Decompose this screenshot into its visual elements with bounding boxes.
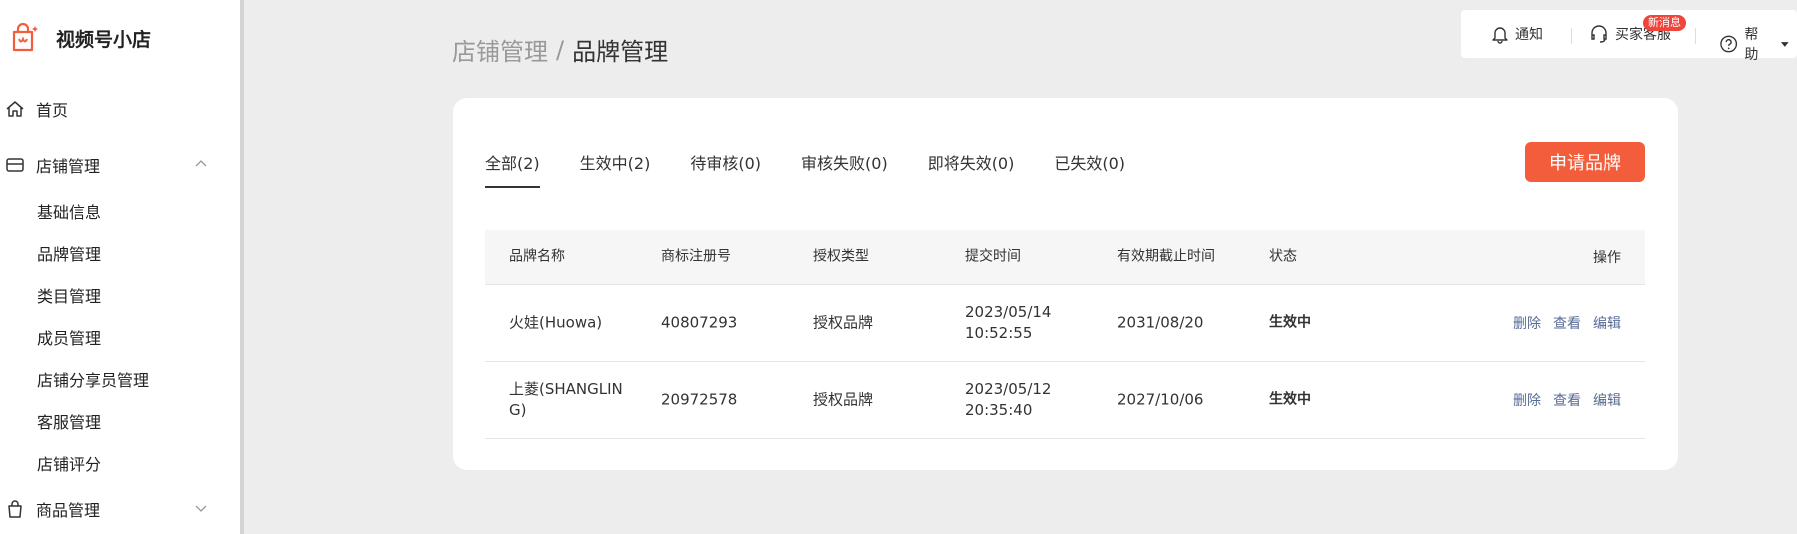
column-header: 状态 <box>1269 248 1297 265</box>
caret-down-icon <box>1781 42 1790 47</box>
top-toolbar: 通知 买家客服 新消息 帮助 <box>1461 10 1797 63</box>
sidebar-item-brand-management[interactable]: 品牌管理 <box>37 243 101 267</box>
new-message-badge: 新消息 <box>1643 15 1686 31</box>
expire-date: 2027/10/06 <box>1117 390 1204 409</box>
sidebar-item-customer-service[interactable]: 客服管理 <box>37 411 101 435</box>
help-button[interactable]: 帮助 <box>1719 24 1797 64</box>
auth-type: 授权品牌 <box>813 313 874 332</box>
tab-expired[interactable]: 已失效(0) <box>1054 150 1125 188</box>
sidebar-item-sharer-management[interactable]: 店铺分享员管理 <box>37 369 149 393</box>
column-header: 品牌名称 <box>509 248 565 265</box>
expire-date: 2031/08/20 <box>1117 313 1204 332</box>
delete-link[interactable]: 删除 <box>1513 390 1541 410</box>
brand-name: 上菱(SHANGLING) <box>509 380 623 419</box>
breadcrumb-separator: / <box>556 35 565 64</box>
view-link[interactable]: 查看 <box>1553 313 1581 333</box>
edit-link[interactable]: 编辑 <box>1593 390 1621 410</box>
status-tabs: 全部(2) 生效中(2) 待审核(0) 审核失败(0) 即将失效(0) 已失效(… <box>485 150 1165 188</box>
brand-list-card: 全部(2) 生效中(2) 待审核(0) 审核失败(0) 即将失效(0) 已失效(… <box>453 98 1678 470</box>
app-logo[interactable]: 视频号小店 <box>8 22 151 54</box>
sidebar-item-store-rating[interactable]: 店铺评分 <box>37 453 101 477</box>
column-header: 提交时间 <box>965 248 1021 265</box>
auth-type: 授权品牌 <box>813 390 874 409</box>
app-title: 视频号小店 <box>56 28 152 51</box>
shopping-bag-icon <box>4 498 26 520</box>
column-header: 操作 <box>1593 250 1621 266</box>
chevron-down-icon <box>195 505 207 512</box>
breadcrumb: 店铺管理 / 品牌管理 <box>452 32 668 67</box>
registration-number: 20972578 <box>661 390 738 409</box>
apply-brand-button[interactable]: 申请品牌 <box>1525 142 1645 182</box>
store-icon <box>4 154 26 176</box>
nav-store-label: 店铺管理 <box>36 157 101 176</box>
column-header: 商标注册号 <box>661 248 731 265</box>
row-actions: 删除 查看 编辑 <box>1501 390 1621 410</box>
sidebar: 视频号小店 首页 店铺管理 基础信息 品牌管理 类目管理 成员管理 店铺分享员管… <box>0 0 244 534</box>
page-title: 品牌管理 <box>572 38 669 66</box>
table-row: 上菱(SHANGLING) 20972578 授权品牌 2023/05/12 2… <box>485 362 1645 439</box>
sidebar-item-member-management[interactable]: 成员管理 <box>37 327 101 351</box>
headset-icon <box>1591 25 1607 43</box>
brand-table: 品牌名称 商标注册号 授权类型 提交时间 有效期截止时间 状态 操作 火娃(Hu… <box>485 230 1645 439</box>
notify-label: 通知 <box>1515 27 1543 43</box>
view-link[interactable]: 查看 <box>1553 390 1581 410</box>
shop-bag-icon <box>12 22 38 52</box>
submit-time: 2023/05/12 20:35:40 <box>965 380 1052 419</box>
nav-goods-label: 商品管理 <box>36 501 101 520</box>
divider <box>1695 28 1696 44</box>
submit-time: 2023/05/14 10:52:55 <box>965 303 1052 342</box>
help-icon <box>1720 35 1738 53</box>
status-text: 生效中 <box>1269 391 1311 408</box>
table-header: 品牌名称 商标注册号 授权类型 提交时间 有效期截止时间 状态 操作 <box>485 230 1645 284</box>
sidebar-item-basic-info[interactable]: 基础信息 <box>37 201 101 225</box>
tab-pending[interactable]: 待审核(0) <box>690 150 761 188</box>
registration-number: 40807293 <box>661 313 738 332</box>
delete-link[interactable]: 删除 <box>1513 313 1541 333</box>
brand-name: 火娃(Huowa) <box>509 313 603 332</box>
row-actions: 删除 查看 编辑 <box>1501 313 1621 333</box>
tab-active[interactable]: 生效中(2) <box>580 150 651 188</box>
notify-button[interactable]: 通知 <box>1491 24 1543 44</box>
column-header: 有效期截止时间 <box>1117 248 1215 265</box>
nav-home-label: 首页 <box>36 101 69 120</box>
table-row: 火娃(Huowa) 40807293 授权品牌 2023/05/14 10:52… <box>485 284 1645 362</box>
sidebar-item-category-management[interactable]: 类目管理 <box>37 285 101 309</box>
divider <box>1571 28 1572 44</box>
chevron-up-icon <box>195 160 207 167</box>
nav-home[interactable]: 首页 <box>0 95 240 123</box>
tab-rejected[interactable]: 审核失败(0) <box>801 150 888 188</box>
column-header: 授权类型 <box>813 248 869 265</box>
nav-store-management[interactable]: 店铺管理 <box>0 151 240 179</box>
bell-icon <box>1492 27 1508 44</box>
breadcrumb-parent[interactable]: 店铺管理 <box>452 32 548 67</box>
tab-all[interactable]: 全部(2) <box>485 150 540 188</box>
help-label: 帮助 <box>1744 27 1759 63</box>
edit-link[interactable]: 编辑 <box>1593 313 1621 333</box>
nav-goods-management[interactable]: 商品管理 <box>0 495 240 523</box>
home-icon <box>4 98 26 120</box>
tab-expiring[interactable]: 即将失效(0) <box>928 150 1015 188</box>
status-text: 生效中 <box>1269 314 1311 331</box>
